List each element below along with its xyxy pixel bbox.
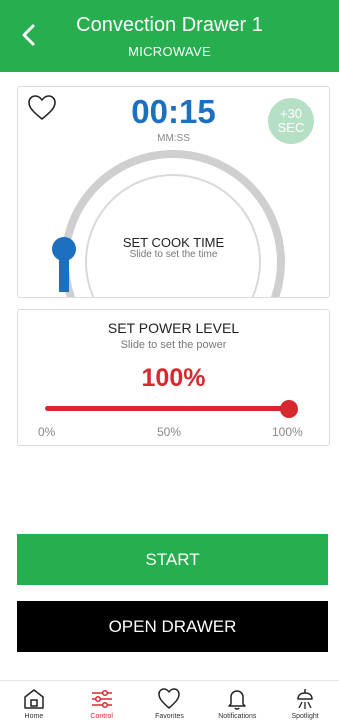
power-level-slider-thumb[interactable] — [280, 400, 298, 418]
bottom-navigation: Home Control Favorites Notifications — [0, 680, 339, 728]
nav-label-notifications: Notifications — [218, 713, 256, 720]
nav-item-control[interactable]: Control — [68, 681, 136, 728]
power-level-title: SET POWER LEVEL — [18, 320, 329, 336]
app-header: Convection Drawer 1 MICROWAVE — [0, 0, 339, 72]
nav-item-favorites[interactable]: Favorites — [136, 681, 204, 728]
nav-label-spotlight: Spotlight — [291, 713, 318, 720]
power-level-value: 100% — [18, 364, 329, 393]
heart-icon — [157, 687, 181, 711]
add-30-seconds-label-bottom: SEC — [278, 121, 305, 135]
bell-icon — [225, 687, 249, 711]
power-level-card: SET POWER LEVEL Slide to set the power 1… — [17, 309, 330, 446]
power-level-slider[interactable] — [45, 406, 289, 411]
open-drawer-button[interactable]: OPEN DRAWER — [17, 601, 328, 652]
add-30-seconds-label-top: +30 — [280, 107, 302, 121]
spotlight-icon — [293, 687, 317, 711]
power-tick-min: 0% — [38, 425, 55, 439]
cook-time-card: 00:15 MM:SS +30 SEC SET COOK TIME Slide … — [17, 86, 330, 298]
page-title: Convection Drawer 1 — [0, 14, 339, 37]
set-cook-time-label: SET COOK TIME — [18, 235, 329, 250]
set-cook-time-hint: Slide to set the time — [18, 249, 329, 260]
power-level-fill — [45, 406, 289, 411]
nav-item-spotlight[interactable]: Spotlight — [271, 681, 339, 728]
power-tick-mid: 50% — [157, 425, 181, 439]
nav-item-notifications[interactable]: Notifications — [203, 681, 271, 728]
home-icon — [22, 687, 46, 711]
page-subtitle: MICROWAVE — [0, 44, 339, 59]
power-tick-max: 100% — [272, 425, 303, 439]
nav-label-favorites: Favorites — [155, 713, 184, 720]
power-level-hint: Slide to set the power — [18, 339, 329, 351]
nav-label-home: Home — [25, 713, 44, 720]
add-30-seconds-button[interactable]: +30 SEC — [268, 98, 314, 144]
nav-item-home[interactable]: Home — [0, 681, 68, 728]
start-button[interactable]: START — [17, 534, 328, 585]
nav-label-control: Control — [90, 713, 113, 720]
sliders-icon — [90, 687, 114, 711]
